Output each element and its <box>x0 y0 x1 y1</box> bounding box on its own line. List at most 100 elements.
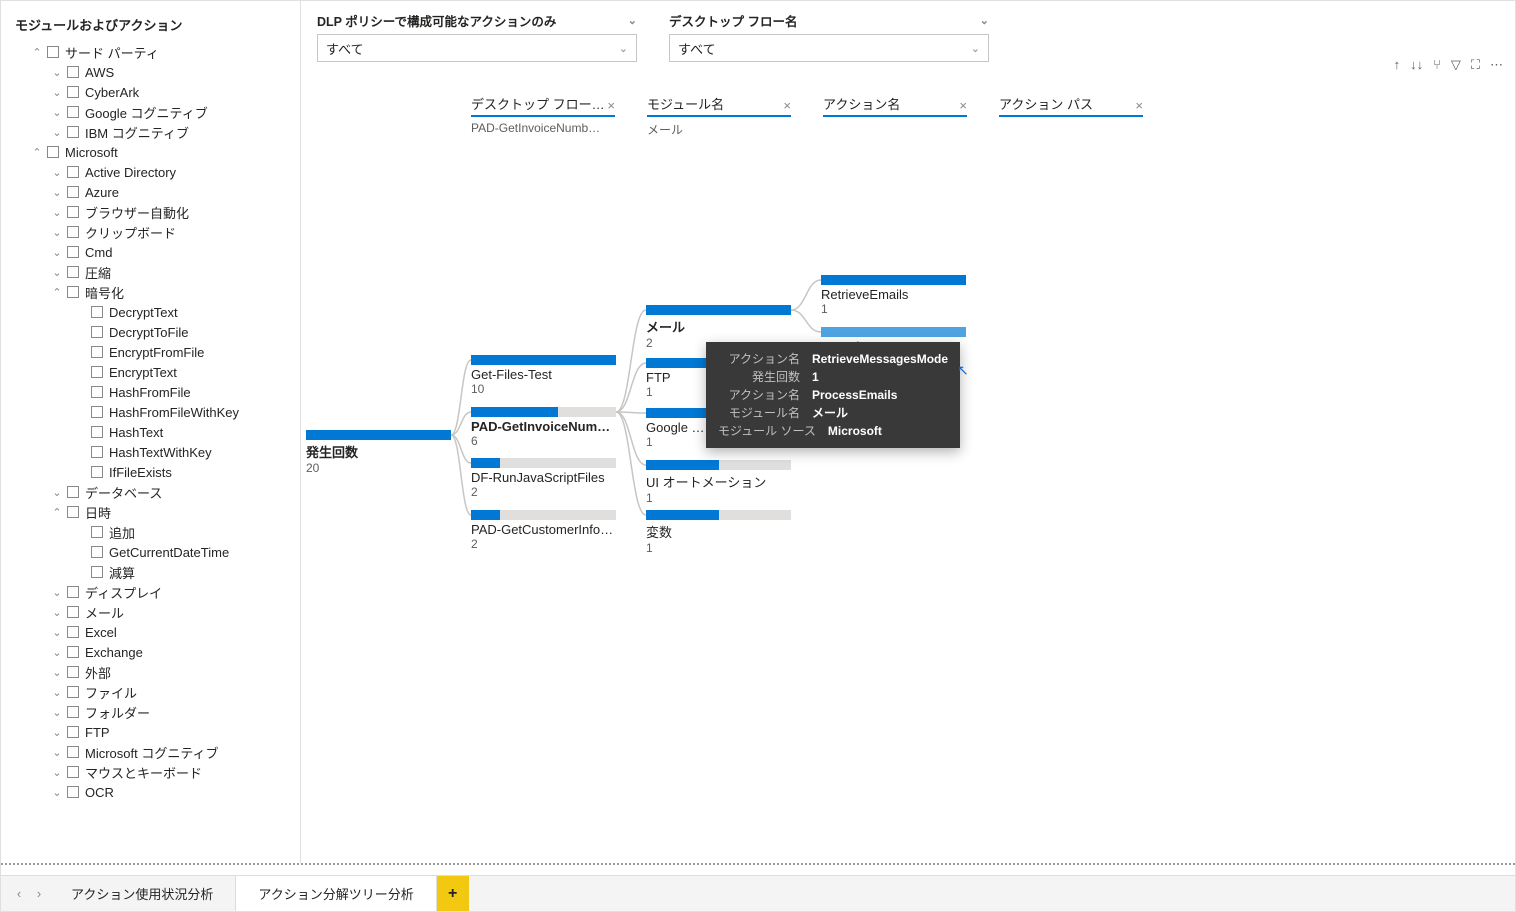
col-head-path[interactable]: アクション パス × <box>999 92 1143 117</box>
tree-item[interactable]: ⌄FTP <box>1 722 300 742</box>
tree-item[interactable]: HashFromFile <box>1 382 300 402</box>
tree-item[interactable]: ⌃Microsoft <box>1 142 300 162</box>
checkbox[interactable] <box>67 266 79 278</box>
chevron-down-icon[interactable]: ⌄ <box>49 766 65 779</box>
tree-item[interactable]: ⌄Active Directory <box>1 162 300 182</box>
tree-item[interactable]: ⌄外部 <box>1 662 300 682</box>
tree-node[interactable]: RetrieveEmails1 <box>821 275 966 316</box>
checkbox[interactable] <box>91 426 103 438</box>
tree-item[interactable]: ⌄圧縮 <box>1 262 300 282</box>
chevron-down-icon[interactable]: ⌄ <box>49 646 65 659</box>
tree-item[interactable]: ⌄ファイル <box>1 682 300 702</box>
tree-node[interactable]: DF-RunJavaScriptFiles2 <box>471 458 616 499</box>
tree-item[interactable]: ⌄CyberArk <box>1 82 300 102</box>
checkbox[interactable] <box>67 186 79 198</box>
chevron-up-icon[interactable]: ⌃ <box>29 46 45 59</box>
checkbox[interactable] <box>91 446 103 458</box>
filter-dlp-label[interactable]: DLP ポリシーで構成可能なアクションのみ ⌄ <box>317 7 637 34</box>
filter-flow-label[interactable]: デスクトップ フロー名 ⌄ <box>669 7 989 34</box>
chevron-down-icon[interactable]: ⌄ <box>49 246 65 259</box>
checkbox[interactable] <box>67 746 79 758</box>
chevron-down-icon[interactable]: ⌄ <box>49 166 65 179</box>
checkbox[interactable] <box>67 706 79 718</box>
tree-item[interactable]: ⌄OCR <box>1 782 300 802</box>
col-head-action[interactable]: アクション名 × <box>823 92 967 117</box>
filter-dlp-select[interactable]: すべて ⌄ <box>317 34 637 62</box>
tree-item[interactable]: ⌄フォルダー <box>1 702 300 722</box>
checkbox[interactable] <box>91 366 103 378</box>
checkbox[interactable] <box>47 46 59 58</box>
tree-item[interactable]: ⌄Exchange <box>1 642 300 662</box>
tree-item[interactable]: IfFileExists <box>1 462 300 482</box>
chevron-up-icon[interactable]: ⌃ <box>49 506 65 519</box>
chevron-down-icon[interactable]: ⌄ <box>49 86 65 99</box>
tree-root-node[interactable]: 発生回数 20 <box>306 430 451 475</box>
chevron-up-icon[interactable]: ⌃ <box>49 286 65 299</box>
chevron-down-icon[interactable]: ⌄ <box>49 226 65 239</box>
tree-item[interactable]: ⌄クリップボード <box>1 222 300 242</box>
checkbox[interactable] <box>67 646 79 658</box>
tree-item[interactable]: DecryptText <box>1 302 300 322</box>
chevron-down-icon[interactable]: ⌄ <box>49 66 65 79</box>
chevron-down-icon[interactable]: ⌄ <box>49 126 65 139</box>
col-head-module[interactable]: モジュール名 × <box>647 92 791 117</box>
tree-node[interactable]: UI オートメーション1 <box>646 460 791 505</box>
checkbox[interactable] <box>67 666 79 678</box>
close-icon[interactable]: × <box>607 98 615 113</box>
chevron-down-icon[interactable]: ⌄ <box>49 486 65 499</box>
tree-item[interactable]: ⌄Microsoft コグニティブ <box>1 742 300 762</box>
checkbox[interactable] <box>67 626 79 638</box>
checkbox[interactable] <box>67 606 79 618</box>
tree-item[interactable]: ⌄メール <box>1 602 300 622</box>
tree-item[interactable]: ⌄Azure <box>1 182 300 202</box>
tree-item[interactable]: ⌄データベース <box>1 482 300 502</box>
chevron-down-icon[interactable]: ⌄ <box>49 606 65 619</box>
chevron-down-icon[interactable]: ⌄ <box>49 746 65 759</box>
tab-next-icon[interactable]: › <box>29 876 49 911</box>
tree-item[interactable]: EncryptFromFile <box>1 342 300 362</box>
checkbox[interactable] <box>67 206 79 218</box>
chevron-down-icon[interactable]: ⌄ <box>49 206 65 219</box>
chevron-down-icon[interactable]: ⌄ <box>49 626 65 639</box>
tree-item[interactable]: ⌃サード パーティ <box>1 42 300 62</box>
chevron-down-icon[interactable]: ⌄ <box>49 786 65 799</box>
chevron-down-icon[interactable]: ⌄ <box>49 706 65 719</box>
tab-decomposition[interactable]: アクション分解ツリー分析 <box>236 876 436 911</box>
tree-item[interactable]: HashTextWithKey <box>1 442 300 462</box>
checkbox[interactable] <box>91 526 103 538</box>
tree-node[interactable]: PAD-GetCustomerInfo…2 <box>471 510 616 551</box>
tree-item[interactable]: DecryptToFile <box>1 322 300 342</box>
tree-item[interactable]: 追加 <box>1 522 300 542</box>
checkbox[interactable] <box>67 586 79 598</box>
tree-node[interactable]: Get-Files-Test10 <box>471 355 616 396</box>
checkbox[interactable] <box>91 566 103 578</box>
tree-item[interactable]: ⌃暗号化 <box>1 282 300 302</box>
tree-item[interactable]: HashFromFileWithKey <box>1 402 300 422</box>
tab-prev-icon[interactable]: ‹ <box>9 876 29 911</box>
checkbox[interactable] <box>67 126 79 138</box>
tree-item[interactable]: GetCurrentDateTime <box>1 542 300 562</box>
checkbox[interactable] <box>67 66 79 78</box>
tree-item[interactable]: ⌄ディスプレイ <box>1 582 300 602</box>
tree-item[interactable]: ⌄AWS <box>1 62 300 82</box>
tree-item[interactable]: HashText <box>1 422 300 442</box>
tree-item[interactable]: 減算 <box>1 562 300 582</box>
checkbox[interactable] <box>67 86 79 98</box>
tree-item[interactable]: ⌄Excel <box>1 622 300 642</box>
tree-node[interactable]: PAD-GetInvoiceNum…6 <box>471 407 616 448</box>
checkbox[interactable] <box>91 306 103 318</box>
tree-item[interactable]: ⌄マウスとキーボード <box>1 762 300 782</box>
checkbox[interactable] <box>91 346 103 358</box>
checkbox[interactable] <box>67 486 79 498</box>
tab-add-button[interactable]: + <box>437 876 469 911</box>
checkbox[interactable] <box>91 326 103 338</box>
checkbox[interactable] <box>47 146 59 158</box>
checkbox[interactable] <box>67 786 79 798</box>
chevron-down-icon[interactable]: ⌄ <box>49 726 65 739</box>
checkbox[interactable] <box>67 726 79 738</box>
filter-flow-select[interactable]: すべて ⌄ <box>669 34 989 62</box>
checkbox[interactable] <box>91 406 103 418</box>
tree-item[interactable]: ⌄ブラウザー自動化 <box>1 202 300 222</box>
checkbox[interactable] <box>67 246 79 258</box>
chevron-up-icon[interactable]: ⌃ <box>29 146 45 159</box>
